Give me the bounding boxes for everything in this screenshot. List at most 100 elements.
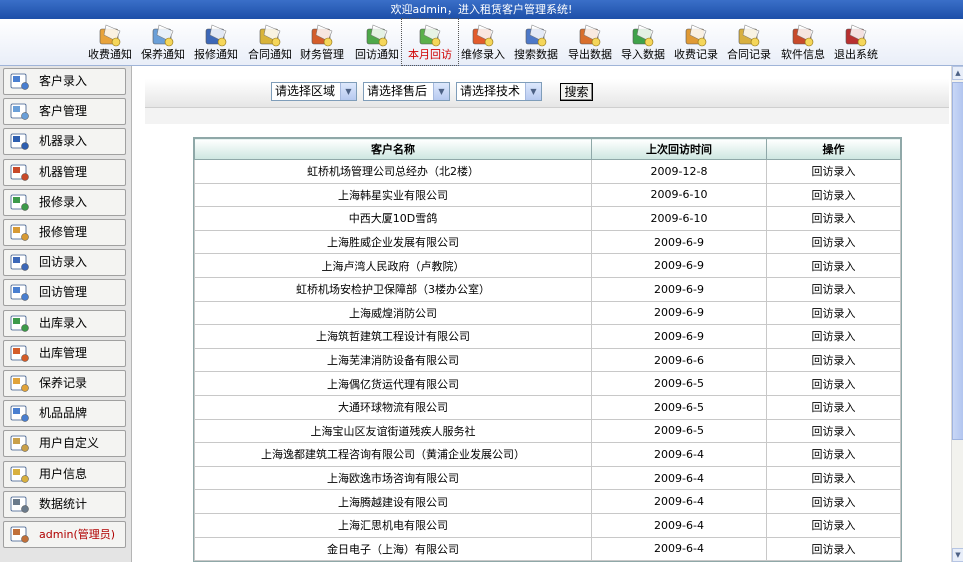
revisit-entry-link[interactable]: 回访录入 [766, 182, 901, 208]
sidebar-item-7[interactable]: 回访管理 [3, 279, 126, 307]
contract-notice-icon [259, 24, 281, 47]
toolbar-item-0[interactable]: 收费通知 [83, 19, 137, 65]
toolbar-item-13[interactable]: 软件信息 [776, 19, 830, 65]
after-sales-select[interactable]: 请选择售后 ▼ [363, 82, 450, 101]
region-select[interactable]: 请选择区域 ▼ [271, 82, 357, 101]
sidebar-item-9[interactable]: 出库管理 [3, 339, 126, 367]
sidebar-item-8[interactable]: 出库录入 [3, 309, 126, 337]
contract-record-icon [738, 24, 760, 47]
chevron-down-icon[interactable]: ▼ [525, 83, 541, 100]
software-info-icon [792, 24, 814, 47]
revisit-entry-link[interactable]: 回访录入 [766, 512, 901, 538]
revisit-entry-link[interactable]: 回访录入 [766, 206, 901, 231]
table-row: 上海胜威企业发展有限公司 2009-6-9 回访录入 [194, 229, 901, 255]
toolbar-item-label: 导出数据 [568, 48, 612, 61]
sidebar-item-14[interactable]: 数据统计 [3, 490, 126, 518]
toolbar-item-3[interactable]: 合同通知 [243, 19, 297, 65]
toolbar-item-12[interactable]: 合同记录 [722, 19, 776, 65]
scroll-up-icon[interactable]: ▲ [952, 66, 963, 80]
scroll-thumb[interactable] [952, 82, 963, 440]
table-row: 中西大厦10D雪鸽 2009-6-10 回访录入 [194, 206, 901, 231]
sidebar-item-15[interactable]: admin(管理员) [3, 521, 126, 548]
maintenance-notice-icon [152, 24, 174, 47]
revisit-notice-icon [366, 24, 388, 47]
toolbar-item-label: 合同记录 [727, 48, 771, 61]
last-revisit-cell: 2009-6-4 [591, 442, 767, 467]
toolbar-item-8[interactable]: 搜索数据 [509, 19, 563, 65]
revisit-entry-link[interactable]: 回访录入 [766, 418, 901, 444]
toolbar-item-10[interactable]: 导入数据 [616, 19, 670, 65]
repair-manage-icon [10, 224, 29, 241]
revisit-entry-link[interactable]: 回访录入 [766, 324, 901, 349]
toolbar-item-7[interactable]: 维修录入 [456, 19, 510, 65]
last-revisit-cell: 2009-6-9 [591, 229, 767, 255]
revisit-entry-link[interactable]: 回访录入 [766, 536, 901, 562]
user-info-icon [10, 466, 29, 483]
table-row: 上海逸都建筑工程咨询有限公司（黄浦企业发展公司） 2009-6-4 回访录入 [194, 442, 901, 467]
sidebar-item-11[interactable]: 机品品牌 [3, 400, 126, 428]
export-data-icon [579, 24, 601, 47]
revisit-entry-link[interactable]: 回访录入 [766, 347, 901, 373]
toolbar-item-14[interactable]: 退出系统 [829, 19, 883, 65]
table-body: 虹桥机场管理公司总经办（北2楼） 2009-12-8 回访录入 上海韩星实业有限公司 2… [194, 159, 901, 562]
fee-notice-icon [99, 24, 121, 47]
toolbar-item-1[interactable]: 保养通知 [136, 19, 190, 65]
customer-name-cell: 上海腾越建设有限公司 [194, 489, 592, 514]
fee-record-icon [685, 24, 707, 47]
sidebar-item-13[interactable]: 用户信息 [3, 460, 126, 488]
last-revisit-cell: 2009-6-4 [591, 489, 767, 514]
revisit-entry-link[interactable]: 回访录入 [766, 442, 901, 467]
toolbar-item-label: 导入数据 [621, 48, 665, 61]
sidebar-item-label: 用户自定义 [39, 436, 100, 451]
last-revisit-cell: 2009-6-9 [591, 300, 767, 326]
vertical-scrollbar[interactable]: ▲ ▼ [951, 66, 963, 562]
machine-entry-icon [10, 133, 29, 151]
revisit-entry-link[interactable]: 回访录入 [766, 465, 901, 491]
sidebar-item-6[interactable]: 回访录入 [3, 249, 126, 277]
toolbar-item-label: 维修录入 [461, 48, 505, 61]
toolbar-item-label: 收费通知 [88, 48, 132, 61]
toolbar-item-9[interactable]: 导出数据 [563, 19, 617, 65]
revisit-entry-link[interactable]: 回访录入 [766, 276, 901, 302]
revisit-entry-link[interactable]: 回访录入 [766, 159, 901, 184]
toolbar-item-5[interactable]: 回访通知 [350, 19, 404, 65]
scroll-down-icon[interactable]: ▼ [952, 548, 963, 562]
sidebar-item-label: 机器管理 [39, 164, 88, 179]
toolbar-item-11[interactable]: 收费记录 [669, 19, 723, 65]
customer-name-cell: 上海卢湾人民政府（卢教院） [194, 253, 592, 278]
sidebar-item-3[interactable]: 机器管理 [3, 158, 126, 186]
search-button[interactable]: 搜索 [560, 83, 593, 101]
revisit-entry-link[interactable]: 回访录入 [766, 394, 901, 420]
revisit-entry-link[interactable]: 回访录入 [766, 253, 901, 278]
sidebar-item-2[interactable]: 机器录入 [3, 128, 126, 156]
table-row: 上海偶亿货运代理有限公司 2009-6-5 回访录入 [194, 371, 901, 396]
chevron-down-icon[interactable]: ▼ [433, 83, 449, 100]
customer-name-cell: 上海宝山区友谊街道残疾人服务社 [194, 418, 592, 444]
sidebar-item-5[interactable]: 报修管理 [3, 219, 126, 246]
sidebar-item-label: 用户信息 [39, 466, 88, 481]
toolbar-item-label: 财务管理 [300, 48, 344, 61]
chevron-down-icon[interactable]: ▼ [340, 83, 356, 100]
last-revisit-cell: 2009-6-4 [591, 512, 767, 538]
last-revisit-cell: 2009-12-8 [591, 159, 767, 184]
sidebar-item-12[interactable]: 用户自定义 [3, 430, 126, 458]
sidebar-item-4[interactable]: 报修录入 [3, 188, 126, 216]
revisit-entry-link[interactable]: 回访录入 [766, 371, 901, 396]
sidebar-item-0[interactable]: 客户录入 [3, 68, 126, 95]
customer-entry-icon [10, 73, 29, 90]
toolbar-item-4[interactable]: 财务管理 [295, 19, 349, 65]
toolbar-item-6[interactable]: 本月回访 [401, 18, 459, 66]
revisit-entry-link[interactable]: 回访录入 [766, 229, 901, 255]
sidebar-item-1[interactable]: 客户管理 [3, 98, 126, 126]
after-sales-select-value: 请选择售后 [367, 84, 428, 98]
toolbar-item-label: 报修通知 [194, 48, 238, 61]
revisit-entry-link[interactable]: 回访录入 [766, 300, 901, 326]
last-revisit-cell: 2009-6-5 [591, 394, 767, 420]
toolbar-item-2[interactable]: 报修通知 [189, 19, 243, 65]
customer-name-cell: 上海韩星实业有限公司 [194, 182, 592, 208]
technician-select[interactable]: 请选择技术 ▼ [456, 82, 542, 101]
sidebar-item-10[interactable]: 保养记录 [3, 370, 126, 397]
revisit-manage-icon [10, 284, 29, 302]
revisit-entry-link[interactable]: 回访录入 [766, 489, 901, 514]
last-revisit-cell: 2009-6-6 [591, 347, 767, 373]
